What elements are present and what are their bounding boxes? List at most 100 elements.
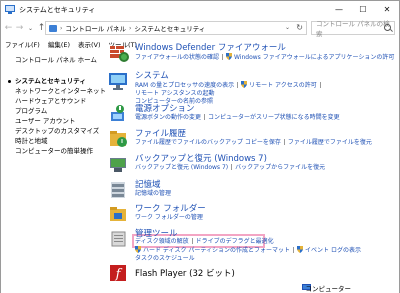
sidebar-item-desktop[interactable]: デスクトップのカスタマイズ xyxy=(15,126,110,136)
task-link-label: ハード ディスク パーティションの作成とフォーマット xyxy=(143,247,291,254)
menu-view[interactable]: 表示(V) xyxy=(78,39,101,49)
task-link[interactable]: ハード ディスク パーティションの作成とフォーマット xyxy=(135,246,291,254)
link-separator xyxy=(237,82,239,88)
link-separator xyxy=(191,238,193,244)
task-link[interactable]: Windows ファイアウォールによるアプリケーションの許可 xyxy=(226,53,395,61)
address-row: ← → ⌄ ↑ › コントロール パネル › システムとセキュリティ ⌄ ↻ コ… xyxy=(1,18,399,38)
breadcrumb-system-security[interactable]: システムとセキュリティ xyxy=(134,23,205,33)
maximize-button[interactable]: ☐ xyxy=(351,1,375,18)
category-title-backup-restore[interactable]: バックアップと復元 (Windows 7) xyxy=(135,152,267,164)
uac-shield-icon xyxy=(241,81,248,88)
task-link-label: タスクのスケジュール xyxy=(135,255,195,262)
flash-player-icon[interactable]: f xyxy=(108,263,130,283)
file-history-icon[interactable] xyxy=(108,129,130,149)
search-input[interactable]: コントロール パネルの検索 xyxy=(311,20,395,38)
task-link-label: 電源ボタンの動作の変更 xyxy=(135,114,202,121)
control-panel-icon xyxy=(49,24,57,32)
task-link-label: Windows ファイアウォールによるアプリケーションの許可 xyxy=(234,54,395,61)
bullet-icon xyxy=(8,80,11,83)
recent-pages-button[interactable]: ⌄ xyxy=(25,25,36,32)
uac-shield-icon xyxy=(226,53,233,60)
system-icon[interactable] xyxy=(108,71,130,91)
category-title-system[interactable]: システム xyxy=(135,69,169,81)
title-bar: システムとセキュリティ — ☐ ✕ xyxy=(1,1,399,18)
task-link[interactable]: ファイアウォールの状態の確認 xyxy=(135,54,219,61)
task-link[interactable]: イベント ログの表示 xyxy=(297,246,361,254)
task-link-label: ワーク フォルダーの管理 xyxy=(135,214,203,221)
task-link[interactable]: タスクのスケジュール xyxy=(135,255,195,262)
menu-file[interactable]: ファイル(F) xyxy=(5,39,40,49)
sidebar-item-user-accounts[interactable]: ユーザー アカウント xyxy=(15,116,110,126)
storage-spaces-icon[interactable] xyxy=(108,180,130,200)
task-link[interactable]: ファイル履歴でファイルを復元 xyxy=(288,139,372,146)
power-icon[interactable] xyxy=(108,104,130,124)
task-link[interactable]: 記憶域の管理 xyxy=(135,190,171,197)
task-link-label: リモート アシスタンスの起動 xyxy=(135,90,215,97)
task-link[interactable]: コンピューターがスリープ状態になる時間を変更 xyxy=(208,114,340,121)
status-bar: コンピューター xyxy=(1,281,399,293)
task-link[interactable]: ドライブのデフラグと最適化 xyxy=(196,238,274,245)
task-link-label: コンピューターがスリープ状態になる時間を変更 xyxy=(208,114,340,121)
task-link[interactable]: ファイル履歴でファイルのバックアップ コピーを保存 xyxy=(135,139,281,146)
task-link[interactable]: リモート アシスタンスの起動 xyxy=(135,90,215,97)
task-link[interactable]: ディスク領域の解放 xyxy=(135,238,189,245)
address-bar[interactable]: › コントロール パネル › システムとセキュリティ ⌄ ↻ xyxy=(45,21,307,35)
sidebar-item-ease-of-access[interactable]: コンピューターの簡単操作 xyxy=(15,146,110,156)
task-link[interactable]: リモート アクセスの許可 xyxy=(241,81,317,89)
task-link-label: バックアップからファイルを復元 xyxy=(235,164,326,171)
category-title-firewall[interactable]: Windows Defender ファイアウォール xyxy=(135,41,286,53)
category-title-power[interactable]: 電源オプション xyxy=(135,102,195,114)
sidebar-item-system-security[interactable]: システムとセキュリティ xyxy=(8,76,110,86)
task-link[interactable]: ワーク フォルダーの管理 xyxy=(135,214,203,221)
sidebar-item-programs[interactable]: プログラム xyxy=(15,106,110,116)
link-separator xyxy=(319,82,321,88)
link-separator xyxy=(231,164,233,170)
menu-edit[interactable]: 編集(E) xyxy=(48,39,70,49)
back-button[interactable]: ← xyxy=(3,23,14,33)
sidebar-home-link[interactable]: コントロール パネル ホーム xyxy=(15,54,110,64)
breadcrumb-control-panel[interactable]: コントロール パネル xyxy=(65,23,126,33)
task-link[interactable]: バックアップと復元 (Windows 7) xyxy=(135,164,228,171)
task-link-label: イベント ログの表示 xyxy=(305,247,361,254)
search-placeholder: コントロール パネルの検索 xyxy=(316,20,390,38)
breadcrumb-separator: › xyxy=(128,24,132,32)
category-title-work-folders[interactable]: ワーク フォルダー xyxy=(135,202,206,214)
minimize-button[interactable]: — xyxy=(327,1,351,18)
backup-restore-icon[interactable] xyxy=(108,154,130,174)
link-separator xyxy=(222,54,224,60)
uac-shield-icon xyxy=(135,246,141,253)
control-panel-window: システムとセキュリティ — ☐ ✕ ← → ⌄ ↑ › コントロール パネル ›… xyxy=(0,0,400,293)
control-panel-icon xyxy=(5,5,15,14)
category-title-storage-spaces[interactable]: 記憶域 xyxy=(135,178,161,190)
link-separator xyxy=(283,139,285,145)
task-link-label: リモート アクセスの許可 xyxy=(249,82,317,89)
task-link-label: ファイル履歴でファイルのバックアップ コピーを保存 xyxy=(135,139,281,146)
task-link[interactable]: 電源ボタンの動作の変更 xyxy=(135,114,201,121)
category-title-flash-player[interactable]: Flash Player (32 ビット) xyxy=(135,267,235,279)
search-icon[interactable] xyxy=(384,24,391,31)
category-title-file-history[interactable]: ファイル履歴 xyxy=(135,127,186,139)
forward-button[interactable]: → xyxy=(14,23,25,33)
link-separator xyxy=(293,247,295,253)
task-link[interactable]: バックアップからファイルを復元 xyxy=(235,164,325,171)
refresh-icon[interactable]: ↻ xyxy=(296,23,303,32)
sidebar-item-clock-region[interactable]: 時計と地域 xyxy=(15,136,110,146)
task-link[interactable]: RAM の量とプロセッサの速度の表示 xyxy=(135,82,234,89)
firewall-icon[interactable] xyxy=(108,43,130,63)
task-link-label: RAM の量とプロセッサの速度の表示 xyxy=(135,82,235,89)
close-button[interactable]: ✕ xyxy=(375,1,399,18)
address-dropdown-icon[interactable]: ⌄ xyxy=(285,24,290,31)
task-link-label: ディスク領域の解放 xyxy=(135,238,189,245)
task-link-label: ファイル履歴でファイルを復元 xyxy=(287,139,372,146)
task-link-label: ドライブのデフラグと最適化 xyxy=(195,238,274,245)
status-text: コンピューター xyxy=(305,285,352,293)
work-folders-icon[interactable] xyxy=(108,204,130,224)
window-title: システムとセキュリティ xyxy=(19,5,96,14)
sidebar: コントロール パネル ホーム システムとセキュリティ ネットワークとインターネッ… xyxy=(8,54,110,156)
sidebar-item-hardware[interactable]: ハードウェアとサウンド xyxy=(15,96,110,106)
sidebar-item-network[interactable]: ネットワークとインターネット xyxy=(15,86,110,96)
task-link-label: ファイアウォールの状態の確認 xyxy=(135,54,220,61)
task-link-label: 記憶域の管理 xyxy=(135,190,172,197)
admin-tools-icon[interactable] xyxy=(108,229,130,249)
task-link-label: バックアップと復元 (Windows 7) xyxy=(135,164,229,171)
